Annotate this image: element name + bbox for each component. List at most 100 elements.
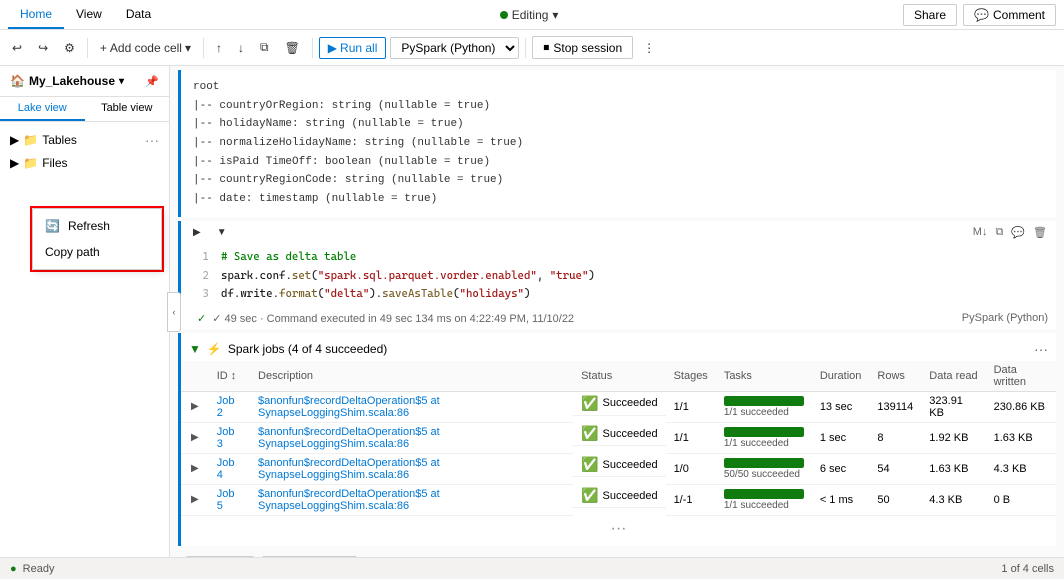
comment-icon: 💬 [974,8,989,22]
table-row: ▶ Job 3 $anonfun$recordDeltaOperation$5 … [181,422,1056,453]
ctx-refresh[interactable]: 🔄 Refresh [33,213,161,239]
job-status: Succeeded [603,397,658,409]
job-rows: 50 [869,484,921,515]
add-code-button[interactable]: + Add code cell ▾ [94,37,197,59]
main-layout: 🏠 My_Lakehouse ▾ 📌 Lake view Table view … [0,66,1064,557]
folder-icon: 📁 [23,133,38,147]
move-down-button[interactable]: ↓ [232,37,250,59]
sidebar: 🏠 My_Lakehouse ▾ 📌 Lake view Table view … [0,66,170,557]
delete-cell-button[interactable]: 🗑 [279,37,306,59]
context-menu: 🔄 Refresh Copy path [30,206,164,272]
folder-icon-2: 📁 [23,156,38,170]
editing-badge: Editing ▾ [500,8,559,22]
cell-5-comment-btn[interactable]: 💬 [1008,224,1028,241]
schema-field-3: |-- isPaid TimeOff: boolean (nullable = … [193,153,1044,172]
cell-5-delete-btn[interactable]: 🗑 [1030,224,1050,241]
job-id-link[interactable]: Job 3 [217,426,235,450]
sidebar-item-files[interactable]: ▶ 📁 Files [0,152,169,174]
success-icon: ✅ [581,456,598,473]
spark-table: ID ↕ Description Status Stages Tasks Dur… [181,361,1056,516]
sidebar-tab-table[interactable]: Table view [85,97,170,121]
sidebar-item-tables[interactable]: ▶ 📁 Tables ··· [0,128,169,152]
refresh-label: Refresh [68,219,110,233]
ctx-copy-path[interactable]: Copy path [33,239,161,265]
spark-more-button[interactable]: ··· [1034,341,1048,357]
tables-more-icon[interactable]: ··· [145,132,159,148]
redo-button[interactable]: ↪ [32,37,54,59]
cell-5-copy-btn[interactable]: ⧉ [992,224,1006,241]
success-icon: ✅ [581,395,598,412]
tab-view[interactable]: View [64,1,114,29]
share-button[interactable]: Share [903,4,957,26]
schema-field-1: |-- holidayName: string (nullable = true… [193,115,1044,134]
success-icon: ✅ [581,425,598,442]
cell-5-markdown-btn[interactable]: M↓ [970,224,991,241]
code-lines-5: 1 # Save as delta table 2 spark.conf.set… [181,244,1056,308]
tab-data[interactable]: Data [114,1,163,29]
lakehouse-pin-button[interactable]: 📌 [145,75,159,88]
expand-job-button[interactable]: ▶ [189,399,201,414]
job-id-link[interactable]: Job 5 [217,488,235,512]
job-desc-link[interactable]: $anonfun$recordDeltaOperation$5 at Synap… [258,395,440,419]
cell-5-toggle-button[interactable]: ▼ [211,223,233,242]
col-data-written: Data written [986,361,1056,392]
undo-button[interactable]: ↩ [6,37,28,59]
col-id[interactable]: ID ↕ [209,361,250,392]
cell-5-header: ▶ ▼ M↓ ⧉ 💬 🗑 [181,221,1056,244]
cell-5-actions: M↓ ⧉ 💬 🗑 [970,224,1050,241]
job-data-read: 1.63 KB [921,453,985,484]
spark-header-row: ID ↕ Description Status Stages Tasks Dur… [181,361,1056,392]
add-cell-bar: + + Code + + Markdown [178,550,1056,557]
line-num-2: 2 [193,267,209,286]
sidebar-tab-lake[interactable]: Lake view [0,97,85,121]
chevron-right-icon-2: ▶ [10,156,19,170]
job-id-link[interactable]: Job 2 [217,395,235,419]
toolbar: ↩ ↪ ⚙ + Add code cell ▾ ↑ ↓ ⧉ 🗑 ▶ Run al… [0,30,1064,66]
notebook: root |-- countryOrRegion: string (nullab… [170,66,1064,557]
cell-5-status-text: ✓ 49 sec · Command executed in 49 sec 13… [212,312,574,325]
col-expand [181,361,209,392]
job-desc-link[interactable]: $anonfun$recordDeltaOperation$5 at Synap… [258,426,440,450]
run-all-label: Run all [340,41,377,55]
line-content-2: spark.conf.set("spark.sql.parquet.vorder… [221,267,595,286]
job-tasks: 50/50 succeeded [716,453,812,484]
spark-table-body: ▶ Job 2 $anonfun$recordDeltaOperation$5 … [181,391,1056,515]
cell-5-run-button[interactable]: ▶ [187,223,207,242]
job-desc-link[interactable]: $anonfun$recordDeltaOperation$5 at Synap… [258,488,440,512]
job-data-read: 323.91 KB [921,391,985,422]
job-id-link[interactable]: Job 4 [217,457,235,481]
schema-field-2: |-- normalizeHolidayName: string (nullab… [193,134,1044,153]
sidebar-collapse-button[interactable]: ‹ [167,292,181,332]
job-duration: 13 sec [812,391,870,422]
code-line-1: 1 # Save as delta table [193,248,1056,267]
editing-label: Editing [512,8,549,22]
spark-jobs-header[interactable]: ▼ ⚡ Spark jobs (4 of 4 succeeded) ··· [181,337,1056,361]
kernel-select[interactable]: PySpark (Python) [390,37,519,59]
move-up-button[interactable]: ↑ [210,37,228,59]
job-status: Succeeded [603,490,658,502]
cell-5-status: ✓ ✓ 49 sec · Command executed in 49 sec … [189,310,582,327]
job-tasks: 1/1 succeeded [716,484,812,515]
cell-count: 1 of 4 cells [1001,563,1054,575]
lakehouse-icon: 🏠 [10,74,25,88]
expand-job-button[interactable]: ▶ [189,430,201,445]
expand-job-button[interactable]: ▶ [189,492,201,507]
expand-job-button[interactable]: ▶ [189,461,201,476]
job-desc-link[interactable]: $anonfun$recordDeltaOperation$5 at Synap… [258,457,440,481]
schema-output: root |-- countryOrRegion: string (nullab… [181,74,1056,213]
run-all-button[interactable]: ▶ Run all [319,37,387,59]
toolbar-sep-4 [525,38,526,58]
schema-field-0: |-- countryOrRegion: string (nullable = … [193,97,1044,116]
code-cell-5: ▶ ▼ M↓ ⧉ 💬 🗑 1 # Save as delta table 2 s… [178,221,1056,329]
editing-dot [500,11,508,19]
spark-jobs-section: ▼ ⚡ Spark jobs (4 of 4 succeeded) ··· ID… [178,333,1056,546]
settings-button[interactable]: ⚙ [58,37,81,59]
col-tasks: Tasks [716,361,812,392]
tab-home[interactable]: Home [8,1,64,29]
stop-session-button[interactable]: ⏹ Stop session [532,36,633,59]
more-options-button[interactable]: ⋮ [637,37,661,59]
refresh-icon: 🔄 [45,219,60,233]
line-content-3: df.write.format("delta").saveAsTable("ho… [221,285,530,304]
comment-button[interactable]: 💬 Comment [963,4,1056,26]
copy-cells-button[interactable]: ⧉ [254,36,275,59]
